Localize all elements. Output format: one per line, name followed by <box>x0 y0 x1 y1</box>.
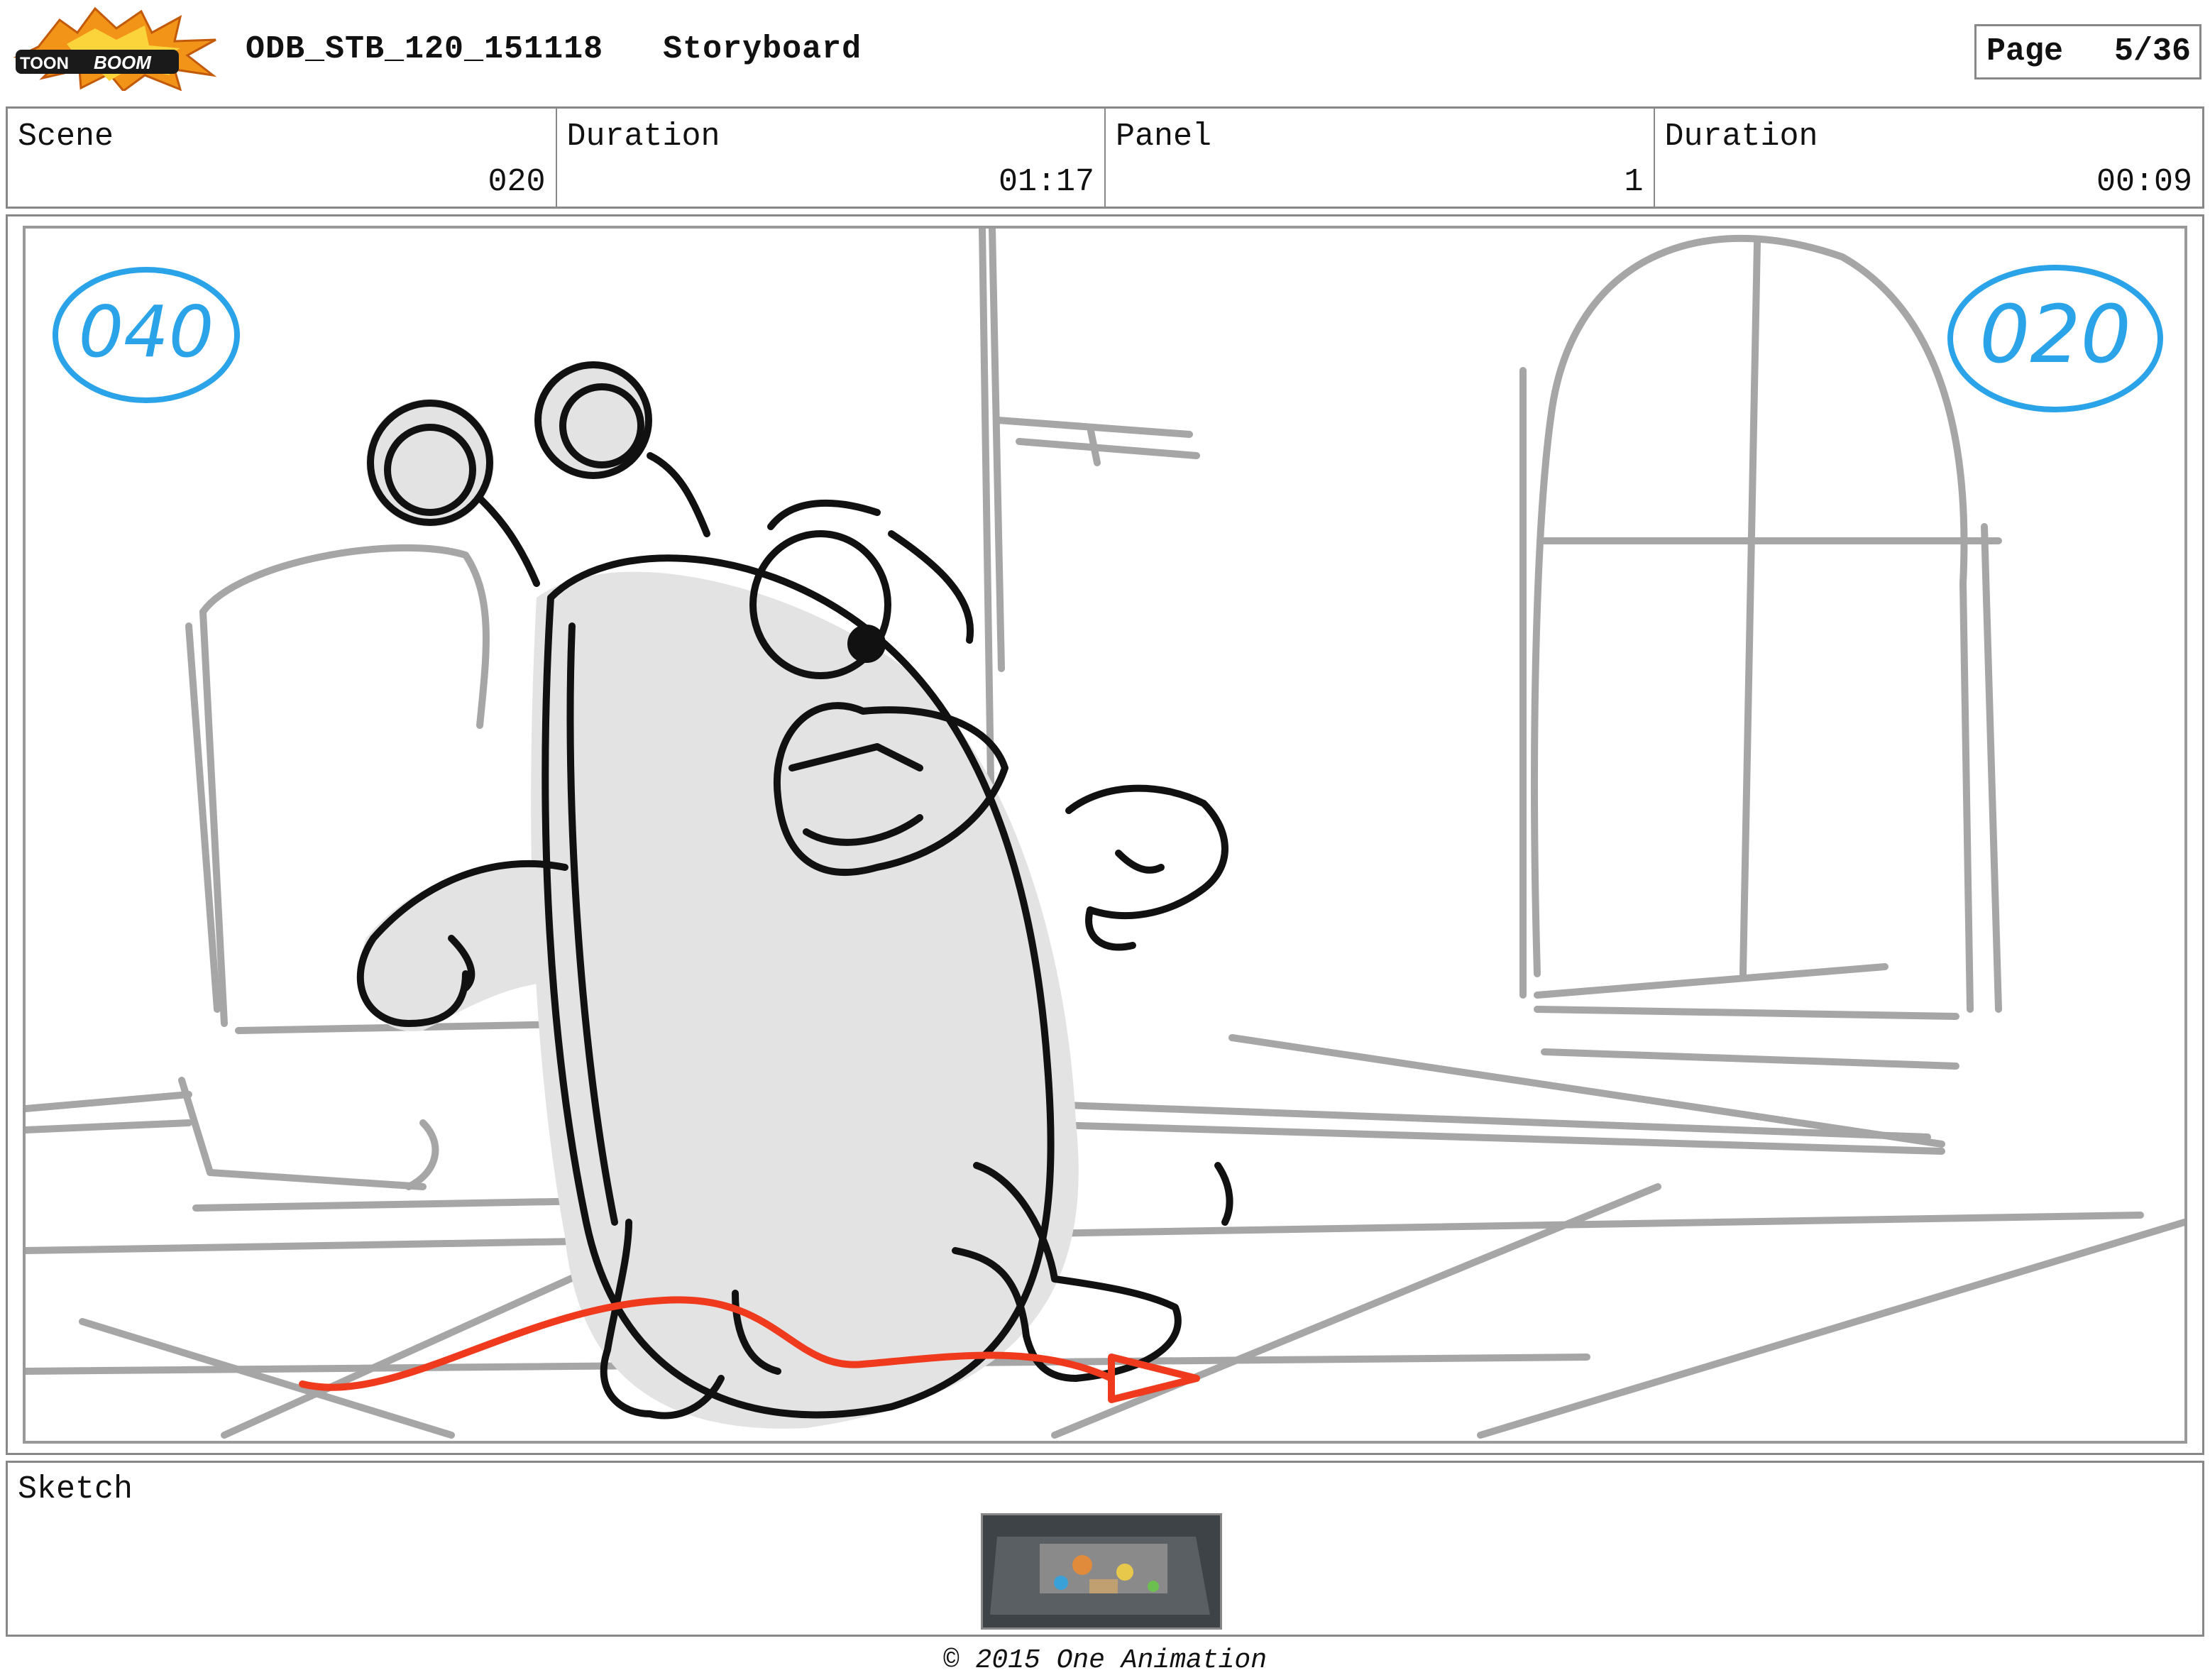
scene-duration-cell: Duration 01:17 <box>557 109 1106 207</box>
scene-info-row: Scene 020 Duration 01:17 Panel 1 Duratio… <box>6 106 2204 209</box>
svg-text:TOON: TOON <box>20 54 69 73</box>
scene-value: 020 <box>488 164 546 200</box>
panel-cell: Panel 1 <box>1106 109 1655 207</box>
character-fill <box>360 363 1079 1429</box>
right-marker-text: 020 <box>1979 289 2131 381</box>
panel-drawing: 040 020 <box>26 229 2184 1439</box>
toonboom-logo: TOON BOOM <box>10 4 223 93</box>
sketch-thumbnail <box>981 1513 1222 1630</box>
panel-duration-cell: Duration 00:09 <box>1655 109 2203 207</box>
document-title: ODB_STB_120_151118 Storyboard <box>246 31 862 67</box>
scene-label: Scene <box>18 119 114 155</box>
page-indicator: Page 5/36 <box>1974 24 2201 79</box>
sketch-label: Sketch <box>18 1471 133 1508</box>
scene-cell: Scene 020 <box>8 109 557 207</box>
scene-markers <box>53 265 2163 412</box>
scene-duration-label: Duration <box>566 119 720 155</box>
scene-duration-value: 01:17 <box>998 164 1094 200</box>
panel-label: Panel <box>1116 119 1212 155</box>
storyboard-panel: 040 020 <box>23 226 2187 1444</box>
panel-duration-value: 00:09 <box>2096 164 2192 200</box>
svg-text:BOOM: BOOM <box>94 52 152 73</box>
background-sketch <box>26 229 2184 1439</box>
copyright-footer: © 2015 One Animation <box>942 1645 1268 1676</box>
panel-duration-label: Duration <box>1664 119 1818 155</box>
page-number: 5/36 <box>2113 33 2191 70</box>
panel-value: 1 <box>1624 164 1644 200</box>
page-label: Page <box>1986 33 2064 70</box>
left-marker-text: 040 <box>79 290 214 373</box>
